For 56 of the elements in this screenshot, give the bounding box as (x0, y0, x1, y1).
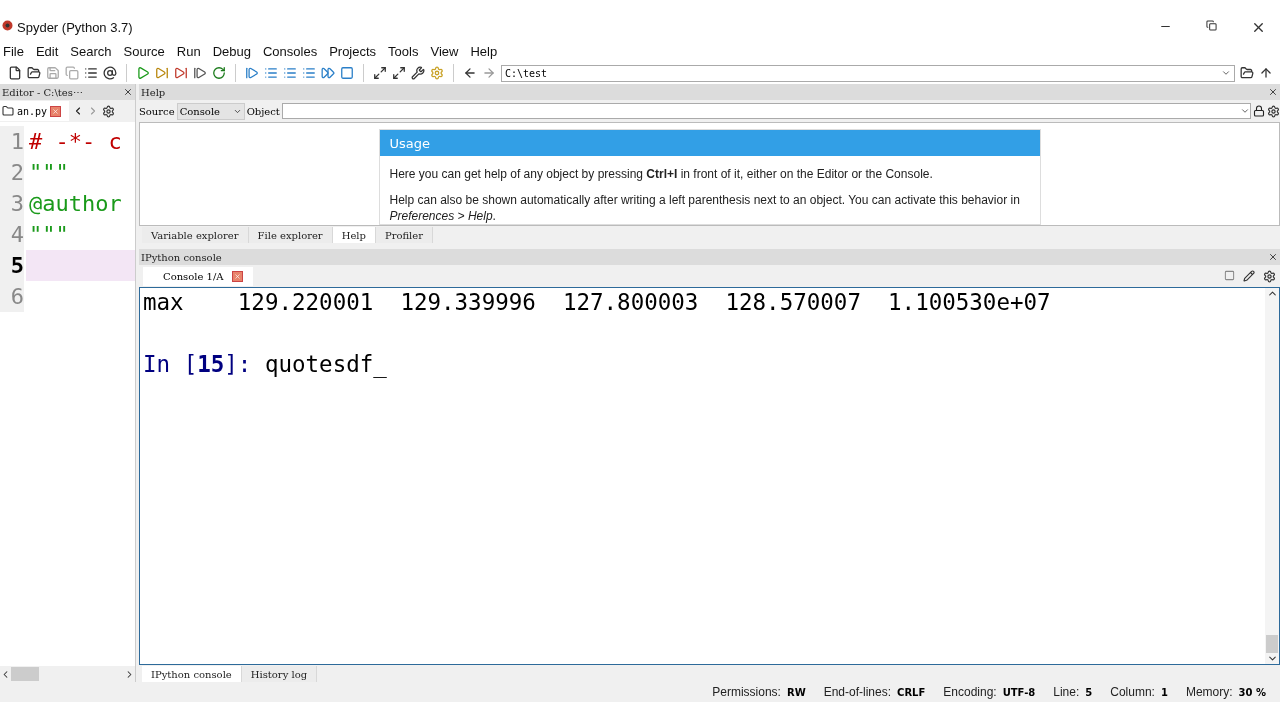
status-value: UTF-8 (1002, 686, 1036, 698)
code-text: """ (29, 222, 69, 247)
status-label: Memory: (1185, 685, 1233, 699)
status-label: Permissions: (712, 685, 781, 699)
object-label: Object (246, 105, 280, 117)
status-label: Column: (1110, 685, 1155, 699)
source-label: Source (139, 105, 175, 117)
usage-title: Usage (379, 130, 1040, 156)
console-tab[interactable]: Console 1/A (143, 266, 253, 286)
code-text: """ (29, 160, 69, 185)
status-label: Encoding: (943, 685, 997, 699)
editor-title: Editor - C:\tes⋯ (2, 86, 83, 98)
pane-tab[interactable]: IPython console (142, 666, 242, 682)
input-prompt: In [15]: quotesdf_ (143, 351, 388, 377)
pane-tab[interactable]: File explorer (248, 227, 333, 243)
menu-item[interactable]: File (2, 43, 35, 59)
status-value: 1 (1160, 686, 1168, 698)
line-number: 4 (0, 219, 24, 250)
status-value: RW (786, 686, 806, 698)
file-tab[interactable]: an.py (0, 101, 70, 121)
menu-item[interactable]: Source (122, 43, 176, 59)
menu-item[interactable]: Run (175, 43, 212, 59)
line-number: 2 (0, 157, 24, 188)
pane-tab[interactable]: History log (241, 666, 318, 682)
pane-tab[interactable]: Profiler (375, 227, 433, 243)
status-value: 30 % (1238, 686, 1266, 698)
code-text: # -*- c (29, 129, 122, 154)
pane-tab[interactable]: Variable explorer (142, 227, 249, 243)
line-number: 6 (0, 281, 24, 312)
output-line: max 129.220001 129.339996 127.800003 128.570007 1.100530e+07 (143, 288, 1052, 316)
status-value: CRLF (897, 686, 926, 698)
menu-item[interactable]: Projects (328, 43, 388, 59)
code-editor[interactable]: 1 # -*- c 2 """ 3 @author 4 """ 5 6 (0, 122, 135, 666)
path-field[interactable]: C:\test (501, 64, 1235, 82)
help-title: Help (141, 86, 166, 98)
menu-item[interactable]: Edit (34, 43, 70, 59)
console-output[interactable]: max 129.220001 129.339996 127.800003 128.570007 1.100530e+07 In [15]: quotesdf_ (139, 287, 1280, 665)
menu-item[interactable]: Debug (211, 43, 262, 59)
status-label: End-of-lines: (823, 685, 892, 699)
menu-item[interactable]: Consoles (261, 43, 329, 59)
usage-text: Here you can get help of any object by pressing Ctrl+I in front of it, either on the Editor or the Console. (389, 166, 934, 182)
source-select[interactable]: Console (176, 102, 245, 120)
line-number: 1 (0, 126, 24, 157)
line-number: 3 (0, 188, 24, 219)
pane-tab[interactable]: Help (332, 227, 376, 243)
menu-item[interactable]: Search (69, 43, 123, 59)
status-value: 5 (1085, 686, 1093, 698)
line-number: 5 (0, 250, 24, 281)
status-label: Line: (1053, 685, 1080, 699)
window-title: Spyder (Python 3.7) (17, 20, 133, 35)
menu-item[interactable]: Help (469, 43, 509, 59)
menu-item[interactable]: View (429, 43, 470, 59)
usage-text: Help can also be shown automatically after writing a left parenthesis next to an object. You can activate this behavior in Preferences > Help. (389, 192, 1021, 224)
console-title: IPython console (141, 251, 222, 263)
code-text: @author (29, 191, 122, 216)
menu-item[interactable]: Tools (387, 43, 430, 59)
